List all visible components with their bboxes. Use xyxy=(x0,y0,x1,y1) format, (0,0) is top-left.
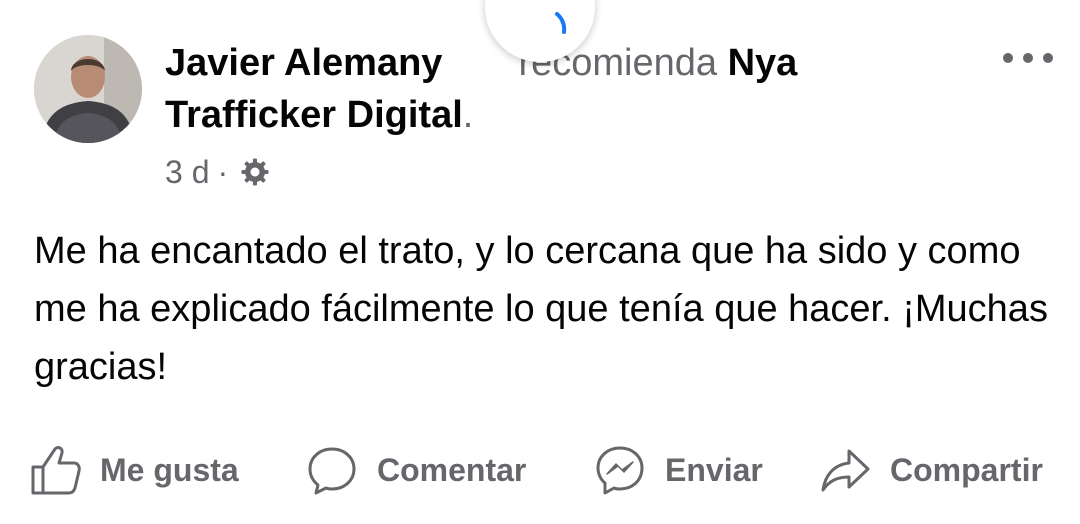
like-label: Me gusta xyxy=(100,451,239,488)
post-actions-bar: Me gusta Comentar Enviar Compartir xyxy=(0,438,1080,502)
share-button[interactable]: Compartir xyxy=(818,438,1043,502)
post-header-line-1: Javier Alemany recomienda Nya xyxy=(165,40,797,86)
post-header-line-2: Trafficker Digital. xyxy=(165,92,473,138)
page-name-part2[interactable]: Trafficker Digital xyxy=(165,94,463,136)
messenger-icon xyxy=(596,446,644,495)
thumbs-up-icon xyxy=(31,446,81,495)
comment-label: Comentar xyxy=(377,451,527,488)
header-period: . xyxy=(462,94,474,136)
comment-button[interactable]: Comentar xyxy=(305,438,526,502)
author-name[interactable]: Javier Alemany xyxy=(165,42,442,84)
send-label: Enviar xyxy=(665,451,763,488)
comment-bubble-icon xyxy=(308,447,356,495)
send-button[interactable]: Enviar xyxy=(593,438,763,502)
privacy-gear-icon[interactable] xyxy=(236,157,270,187)
like-button[interactable]: Me gusta xyxy=(28,438,239,502)
author-avatar[interactable] xyxy=(34,35,142,143)
share-arrow-icon xyxy=(821,449,870,492)
post-text: Me ha encantado el trato, y lo cercana q… xyxy=(34,230,1048,388)
more-options-icon[interactable] xyxy=(1000,46,1056,72)
share-label: Compartir xyxy=(890,451,1043,488)
meta-separator: · xyxy=(217,154,229,190)
post-time[interactable]: 3 d xyxy=(165,152,209,192)
post-meta: 3 d · xyxy=(165,152,270,192)
loading-spinner xyxy=(485,0,595,62)
page-name-part1[interactable]: Nya xyxy=(728,42,798,84)
